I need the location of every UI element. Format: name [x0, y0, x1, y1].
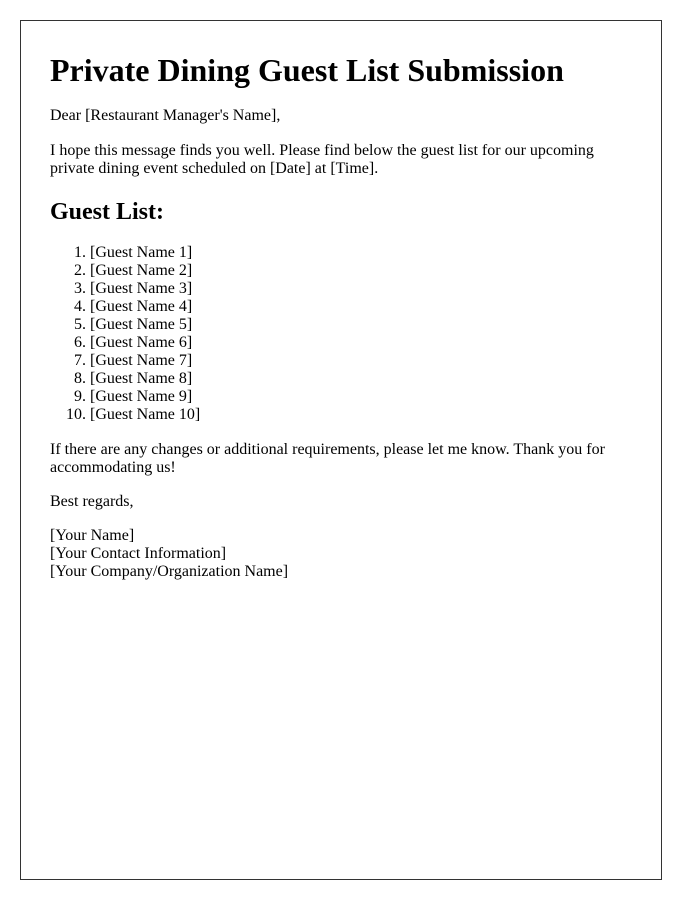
guest-list-item: [Guest Name 9] — [90, 388, 390, 406]
regards: Best regards, — [50, 493, 134, 510]
guest-list-item: [Guest Name 5] — [90, 316, 390, 334]
guest-list-item: [Guest Name 7] — [90, 352, 390, 370]
signature-name: [Your Name] — [50, 527, 135, 544]
intro-paragraph: I hope this message finds you well. Plea… — [50, 142, 594, 177]
signature-block: [Your Name] [Your Contact Information] [… — [50, 527, 288, 581]
guest-list-heading: Guest List: — [50, 199, 164, 225]
page-title: Private Dining Guest List Submission — [50, 52, 564, 88]
greeting: Dear [Restaurant Manager's Name], — [50, 107, 281, 124]
guest-list-item: [Guest Name 4] — [90, 298, 390, 316]
guest-list-item: [Guest Name 2] — [90, 262, 390, 280]
guest-list-item: [Guest Name 8] — [90, 370, 390, 388]
closing-paragraph: If there are any changes or additional r… — [50, 441, 605, 476]
signature-contact: [Your Contact Information] — [50, 545, 227, 562]
guest-list-item: [Guest Name 1] — [90, 244, 390, 262]
guest-list: [Guest Name 1] [Guest Name 2] [Guest Nam… — [50, 244, 390, 424]
guest-list-item: [Guest Name 3] — [90, 280, 390, 298]
guest-list-item: [Guest Name 6] — [90, 334, 390, 352]
guest-list-item: [Guest Name 10] — [90, 406, 390, 424]
signature-company: [Your Company/Organization Name] — [50, 563, 289, 580]
letter-page: Private Dining Guest List Submission Dea… — [20, 20, 662, 880]
